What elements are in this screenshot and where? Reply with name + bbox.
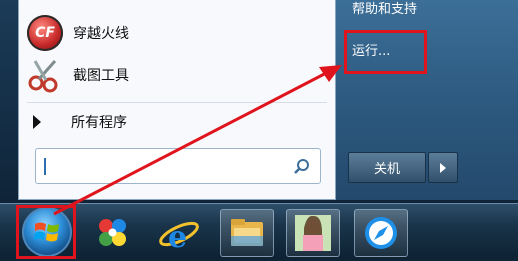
- compass-browser-icon: [365, 217, 397, 249]
- pinwheel-app-icon: [99, 219, 126, 246]
- internet-explorer-icon: e: [159, 220, 199, 255]
- start-menu-left-pane: CF 穿越火线 截图工具 所有程序: [18, 0, 336, 200]
- crossfire-logo-text: CF: [35, 25, 55, 41]
- photo-thumbnail-icon: [295, 215, 331, 251]
- file-explorer-folder-icon: [231, 219, 263, 246]
- taskbar-app-pinwheel[interactable]: [86, 209, 140, 257]
- triangle-right-icon: [440, 162, 446, 173]
- menu-divider: [27, 102, 327, 103]
- triangle-right-icon: [33, 115, 41, 129]
- taskbar-app-compass[interactable]: [354, 209, 408, 257]
- taskbar-app-photo[interactable]: [286, 209, 340, 257]
- program-label: 穿越火线: [73, 26, 129, 42]
- all-programs-label: 所有程序: [71, 115, 127, 131]
- shutdown-options-button[interactable]: [428, 152, 458, 183]
- search-input[interactable]: [35, 148, 321, 184]
- text-caret: [44, 158, 46, 175]
- shutdown-button[interactable]: 关机: [348, 152, 426, 183]
- taskbar-app-ie[interactable]: e: [152, 209, 206, 257]
- taskbar: e: [0, 203, 518, 259]
- program-item-snipping-tool[interactable]: 截图工具: [27, 55, 129, 95]
- svg-text:e: e: [168, 220, 187, 255]
- scissors-icon: [27, 57, 63, 93]
- all-programs-item[interactable]: 所有程序: [33, 110, 127, 134]
- help-and-support-item[interactable]: 帮助和支持: [352, 0, 417, 17]
- program-item-crossfire[interactable]: CF 穿越火线: [27, 13, 129, 53]
- crossfire-game-icon: CF: [27, 15, 63, 51]
- start-button-highlight-box: [16, 205, 76, 259]
- taskbar-app-explorer[interactable]: [220, 209, 274, 257]
- search-icon[interactable]: [292, 157, 312, 177]
- program-label: 截图工具: [73, 68, 129, 84]
- run-highlight-box: [344, 30, 427, 74]
